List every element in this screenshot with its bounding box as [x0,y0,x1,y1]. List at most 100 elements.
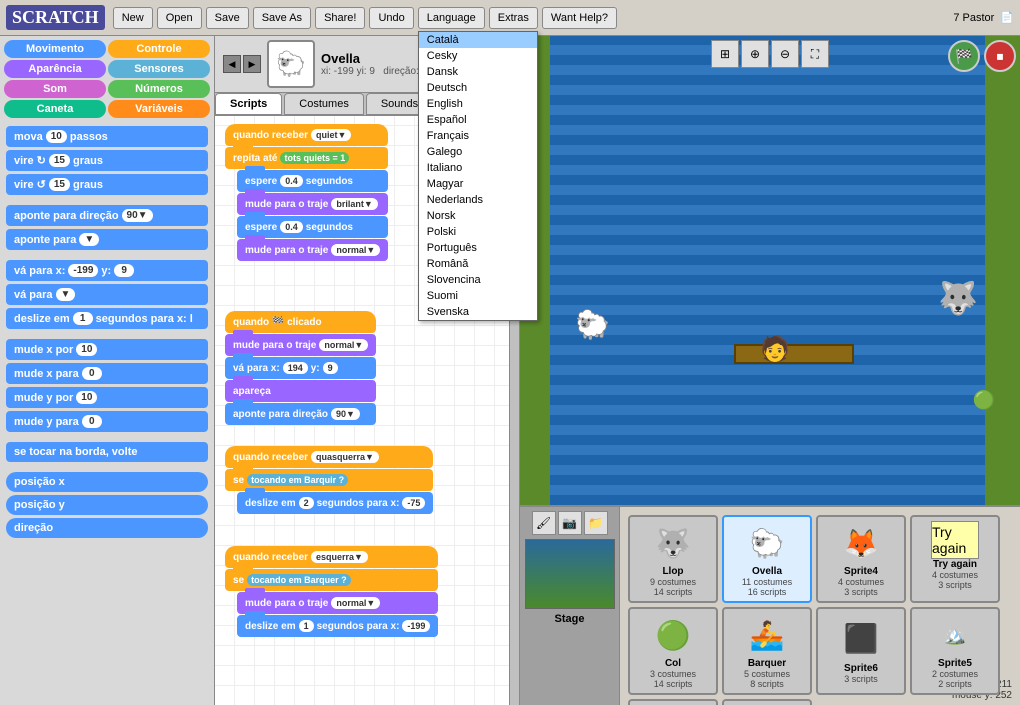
lang-option-portugues[interactable]: Português [419,240,537,256]
cat-numeros[interactable]: Números [108,80,210,98]
sprite-card-col[interactable]: 🟢 Col 3 costumes14 scripts [628,607,718,695]
stop-button[interactable]: ⏹ [984,40,1016,72]
ws-block-receber-quasquerra[interactable]: quando receber quasquerra▼ [225,446,433,468]
sprite-card-barquer[interactable]: 🚣 Barquer 5 costumes8 scripts [722,607,812,695]
sprite-info-barquer: 5 costumes8 scripts [744,669,790,689]
block-aponte-direcao[interactable]: aponte para direção 90▼ [6,205,208,226]
block-mude-x-para[interactable]: mude x para 0 [6,363,208,384]
stage-thumbnail-panel: 🖌 📷 📁 Stage [520,507,620,705]
block-mova[interactable]: mova 10 passos [6,126,208,147]
cat-variaveis[interactable]: Variáveis [108,100,210,118]
help-button[interactable]: Want Help? [542,7,617,29]
block-mude-y-para[interactable]: mude y para 0 [6,411,208,432]
block-va-para[interactable]: vá para ▼ [6,284,208,305]
sprite-name-barquer: Barquer [748,658,786,669]
game-platform [734,344,854,364]
category-grid: Movimento Controle Aparência Sensores So… [0,36,214,122]
ws-block-traje-normal-1[interactable]: mude para o traje normal▼ [237,239,388,261]
block-va-para-xy[interactable]: vá para x: -199 y: 9 [6,260,208,281]
sprite-info-sprite5: 2 costumes2 scripts [932,669,978,689]
sprite-card-sprite4[interactable]: 🦊 Sprite4 4 costumes3 scripts [816,515,906,603]
lang-option-romana[interactable]: Română [419,256,537,272]
tab-costumes[interactable]: Costumes [284,93,364,115]
ws-block-deslize-75[interactable]: deslize em 2 segundos para x: -75 [237,492,433,514]
cat-caneta[interactable]: Caneta [4,100,106,118]
cat-movimento[interactable]: Movimento [4,40,106,58]
sprite-img-ovella: 🐑 [742,521,792,566]
undo-button[interactable]: Undo [369,7,413,29]
ws-block-traje-normal-3[interactable]: mude para o traje normal▼ [237,592,438,614]
block-deslize[interactable]: deslize em 1 segundos para x: l [6,308,208,329]
blocks-list: mova 10 passos vire ↻ 15 graus vire ↺ 15… [0,122,214,705]
block-vire-cw[interactable]: vire ↻ 15 graus [6,150,208,171]
sprite-card-sprite5[interactable]: 🏔️ Sprite5 2 costumes2 scripts [910,607,1000,695]
block-direcao[interactable]: direção [6,518,208,538]
lang-option-polski[interactable]: Polski [419,224,537,240]
sprite-card-llop[interactable]: 🐺 Llop 9 costumes14 scripts [628,515,718,603]
sprite-card-sprite6[interactable]: ⬛ Sprite6 3 scripts [816,607,906,695]
sprite-name-sprite5: Sprite5 [938,658,972,669]
lang-option-italiano[interactable]: Italiano [419,160,537,176]
cat-sensores[interactable]: Sensores [108,60,210,78]
lang-option-english[interactable]: English [419,96,537,112]
tab-scripts[interactable]: Scripts [215,93,282,115]
cat-som[interactable]: Som [4,80,106,98]
lang-option-deutsch[interactable]: Deutsch [419,80,537,96]
sprite-img-sprite4: 🦊 [836,521,886,566]
lang-option-dansk[interactable]: Dansk [419,64,537,80]
lang-option-nederlands[interactable]: Nederlands [419,192,537,208]
block-posicao-y[interactable]: posição y [6,495,208,515]
open-button[interactable]: Open [157,7,202,29]
blocks-panel: Movimento Controle Aparência Sensores So… [0,36,215,705]
stage-sprite-person: 🧑 [760,335,790,364]
stage-resize-toolbar: ⊞ ⊕ ⊖ ⛶ [711,40,829,68]
save-button[interactable]: Save [206,7,249,29]
block-aponte-para[interactable]: aponte para ▼ [6,229,208,250]
sprite-card-idioma[interactable]: De Natia Idioma 2 costumes3 scripts [628,699,718,705]
block-borda[interactable]: se tocar na borda, volte [6,442,208,462]
stage-zoom-out[interactable]: ⊖ [771,40,799,68]
panel-expand-btn[interactable]: ▶ [243,55,261,73]
sprite-img-sprite5: 🏔️ [930,613,980,658]
lang-option-espanol[interactable]: Español [419,112,537,128]
block-mude-y-por[interactable]: mude y por 10 [6,387,208,408]
lang-option-slovencina[interactable]: Slovencina [419,272,537,288]
lang-option-svenska[interactable]: Svenska [419,304,537,320]
lang-option-cesky[interactable]: Cesky [419,48,537,64]
share-button[interactable]: Share! [315,7,365,29]
cat-controle[interactable]: Controle [108,40,210,58]
new-button[interactable]: New [113,7,153,29]
block-posicao-x[interactable]: posição x [6,472,208,492]
stage-zoom-in[interactable]: ⊕ [741,40,769,68]
ws-block-receber-esquerra[interactable]: quando receber esquerra▼ [225,546,438,568]
green-flag-button[interactable]: 🏁 [948,40,980,72]
sprite-card-ovella[interactable]: 🐑 Ovella 11 costumes16 scripts [722,515,812,603]
block-vire-ccw[interactable]: vire ↺ 15 graus [6,174,208,195]
stage-thumb-preview [525,539,615,609]
language-dropdown-container: Language Català Cesky Dansk Deutsch Engl… [418,7,485,29]
lang-option-norsk[interactable]: Norsk [419,208,537,224]
ws-block-aponte-90[interactable]: aponte para direção 90▼ [225,403,376,425]
block-mude-x-por[interactable]: mude x por 10 [6,339,208,360]
sprite-card-start[interactable]: START Start 4 costumes4 scripts [722,699,812,705]
sprite-photo-tool[interactable]: 📷 [558,511,582,535]
sprite-img-barquer: 🚣 [742,613,792,658]
ws-block-deslize-199[interactable]: deslize em 1 segundos para x: -199 [237,615,438,637]
sprite-file-tool[interactable]: 📁 [584,511,608,535]
sprite-name-col: Col [665,658,681,669]
stage-fullscreen[interactable]: ⛶ [801,40,829,68]
lang-option-magyar[interactable]: Magyar [419,176,537,192]
language-button[interactable]: Language [418,7,485,29]
stage-resize-normal[interactable]: ⊞ [711,40,739,68]
sprite-info-sprite4: 4 costumes3 scripts [838,577,884,597]
sprite-card-tryagain[interactable]: Try again Try again 4 costumes3 scripts [910,515,1000,603]
sprite-paint-tool[interactable]: 🖌 [532,511,556,535]
cat-aparencia[interactable]: Aparência [4,60,106,78]
lang-option-galego[interactable]: Galego [419,144,537,160]
save-as-button[interactable]: Save As [253,7,311,29]
lang-option-catala[interactable]: Català [419,32,537,48]
lang-option-francais[interactable]: Français [419,128,537,144]
extras-button[interactable]: Extras [489,7,538,29]
panel-collapse-btn[interactable]: ◀ [223,55,241,73]
lang-option-suomi[interactable]: Suomi [419,288,537,304]
